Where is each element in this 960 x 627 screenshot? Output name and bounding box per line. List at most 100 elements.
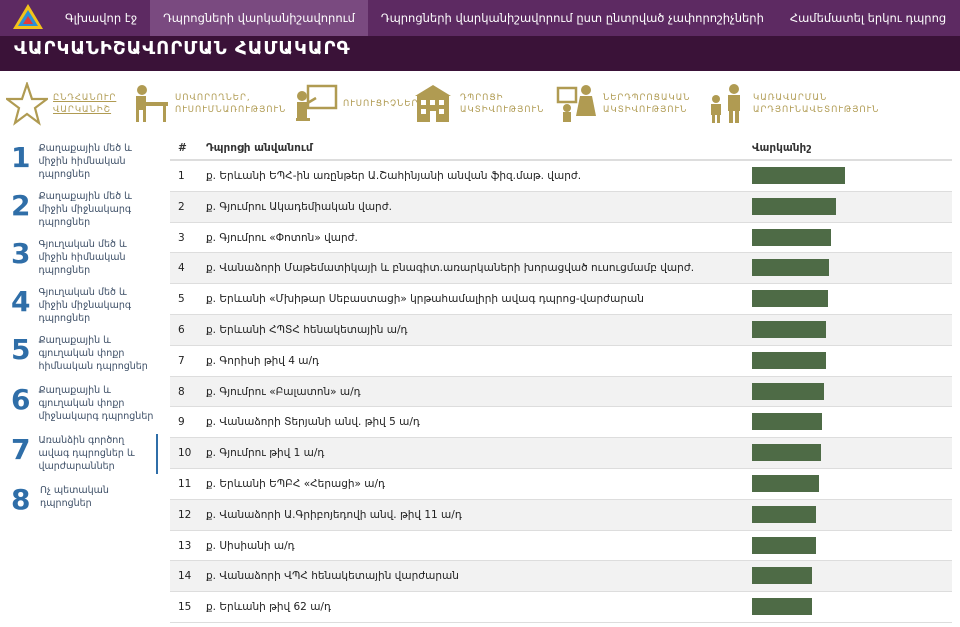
table-row[interactable]: 15 ք. Երևանի թիվ 62 ա/դ [170,592,952,623]
rank-bar [752,536,816,554]
sidebar-item-number: 2 [11,189,31,222]
sidebar-item-small-secondary[interactable]: 6 Քաղաքային և գյուղական փոքր միջնակարգ դ… [0,384,158,423]
row-number: 4 [178,262,185,275]
sidebar-item-private[interactable]: 8 Ոչ պետական դպրոցներ [0,484,158,516]
row-school-name[interactable]: ք. Սիսիանի ա/դ [206,540,295,552]
rank-bar [752,567,812,585]
category-label: ՍՈՎՈՐՈՂՆԵՐ, ՈՒՍՈՒՄՆԱՌՈՒԹՅՈՒՆ [175,92,287,115]
row-school-name[interactable]: ք. Երևանի ԵՊՀ-ին առընթեր Ա.Շահինյանի անվ… [206,170,581,182]
category-extracurricular[interactable]: ՆԵՐԴՊՐՈՑԱԿԱՆ ԱԿՏԻՎՈՒԹՅՈՒՆ [556,76,690,131]
sidebar-item-label: Քաղաքային և գյուղական փոքր միջնակարգ դպր… [38,385,154,422]
table-row[interactable]: 13 ք. Սիսիանի ա/դ [170,531,952,562]
category-school-activity[interactable]: ԴՊՐՈՑԻ ԱԿՏԻՎՈՒԹՅՈՒՆ [411,76,544,131]
logo-icon[interactable] [11,2,45,32]
sidebar-item-label: Քաղաքային և գյուղական փոքր հիմնական դպրո… [38,335,148,372]
sidebar-item-rural-secondary[interactable]: 4 Գյուղական մեծ և միջին միջնակարգ դպրոցն… [0,286,158,325]
table-row[interactable]: 2 ք. Գյումրու Ակադեմիական վարժ. [170,191,952,223]
row-number: 12 [178,508,192,521]
category-label: ԸՆԴՀԱՆՈՒՐ ՎԱՐԿԱՆԻՇ [53,92,117,115]
table-row[interactable]: 3 ք. Գյումրու «Փոտոն» վարժ. [170,223,952,254]
row-school-name[interactable]: ք. Գյումրու «Փոտոն» վարժ. [206,232,358,244]
rank-bar [752,505,816,523]
row-school-name[interactable]: ք. Երևանի ԵՊԲՀ «Հերացի» ա/դ [206,478,385,490]
row-school-name[interactable]: ք. Գյումրու թիվ 1 ա/դ [206,447,324,459]
row-number: 14 [178,570,192,583]
nav-ranking-by-criteria[interactable]: Դպրոցների վարկանիշավորում ըստ ընտրված չա… [368,0,777,36]
row-number: 5 [178,293,185,306]
sidebar-item-label: Առանձին գործող ավագ դպրոցներ և վարժարանն… [38,435,135,472]
nav-compare-schools[interactable]: Համեմատել երկու դպրոց [777,0,959,36]
row-school-name[interactable]: ք. Երևանի «Մխիթար Սեբաստացի» կրթահամալիր… [206,293,644,305]
sidebar-item-number: 5 [11,333,31,366]
row-school-name[interactable]: ք. Գյումրու Ակադեմիական վարժ. [206,201,392,213]
sidebar-item-number: 7 [11,433,31,466]
school-building-icon [415,84,451,122]
sidebar-item-rural-basic[interactable]: 3 Գյուղական մեծ և միջին հիմնական դպրոցնե… [0,238,158,277]
nav-menu: Գլխավոր էջ Դպրոցների վարկանիշավորում Դպր… [52,0,959,36]
row-number: 3 [178,231,185,244]
rank-bar [752,290,828,308]
row-number: 10 [178,447,192,460]
table-row[interactable]: 11 ք. Երևանի ԵՊԲՀ «Հերացի» ա/դ [170,469,952,500]
table-row[interactable]: 10 ք. Գյումրու թիվ 1 ա/դ [170,438,952,469]
family-icon [711,83,740,123]
row-number: 1 [178,170,185,182]
ranking-table: # Դպրոցի անվանում Վարկանիշ 1 ք. Երևանի ԵՊ… [170,134,952,623]
row-school-name[interactable]: ք. Գյումրու «Բալատոն» ա/դ [206,386,361,398]
title-banner: ՎԱՐԿԱՆԻՇԱՎՈՐՄԱՆ ՀԱՄԱԿԱՐԳ [0,36,960,71]
row-school-name[interactable]: ք. Երևանի թիվ 62 ա/դ [206,601,331,613]
row-school-name[interactable]: ք. Վանաձորի ՎՊՀ հենակետային վարժարան [206,570,459,582]
rank-bar [752,320,826,338]
rank-bar [752,474,819,492]
people-board-icon [556,84,596,122]
sidebar-item-label: Գյուղական մեծ և միջին հիմնական դպրոցներ [38,239,127,276]
table-row[interactable]: 7 ք. Գորիսի թիվ 4 ա/դ [170,346,952,377]
sidebar-item-number: 3 [11,237,31,270]
rank-bar [752,351,826,369]
rank-bar [752,598,812,616]
row-number: 11 [178,477,192,490]
table-row[interactable]: 5 ք. Երևանի «Մխիթար Սեբաստացի» կրթահամալի… [170,284,952,315]
row-school-name[interactable]: ք. Երևանի ՀՊՏՀ հենակետային ա/դ [206,324,407,336]
table-row[interactable]: 12 ք. Վանաձորի Ա.Գրիբոյեդովի անվ. թիվ 11 … [170,499,952,531]
row-number: 8 [178,385,185,398]
sidebar-item-number: 1 [11,141,31,174]
sidebar-item-label: Քաղաքային մեծ և միջին միջնակարգ դպրոցներ [38,191,132,228]
row-school-name[interactable]: ք. Վանաձորի Ա.Գրիբոյեդովի անվ. թիվ 11 ա/… [206,509,462,521]
row-school-name[interactable]: ք. Գորիսի թիվ 4 ա/դ [206,355,319,367]
category-management[interactable]: ԿԱՌԱՎԱՐՄԱՆ ԱՐԴՅՈՒՆԱՎԵՏՈՒԹՅՈՒՆ [706,76,879,131]
category-teachers[interactable]: ՈՒՍՈՒՑԻՉՆԵՐ [294,76,418,131]
rank-bar [752,259,829,277]
category-students[interactable]: ՍՈՎՈՐՈՂՆԵՐ, ՈՒՍՈՒՄՆԱՌՈՒԹՅՈՒՆ [130,76,286,131]
category-label: ՆԵՐԴՊՐՈՑԱԿԱՆ ԱԿՏԻՎՈՒԹՅՈՒՆ [603,92,691,115]
nav-home[interactable]: Գլխավոր էջ [52,0,150,36]
table-body: 1 ք. Երևանի ԵՊՀ-ին առընթեր Ա.Շահինյանի ան… [170,161,952,623]
category-general-rank[interactable]: ԸՆԴՀԱՆՈՒՐ ՎԱՐԿԱՆԻՇ [6,76,116,131]
row-school-name[interactable]: ք. Վանաձորի Մաթեմատիկայի և բնագիտ.առարկա… [206,262,694,274]
nav-school-ranking[interactable]: Դպրոցների վարկանիշավորում [150,0,368,36]
sidebar-item-number: 8 [11,483,31,516]
row-school-name[interactable]: ք. Վանաձորի Տերյանի անվ. թիվ 5 ա/դ [206,416,420,428]
rank-bar [752,413,822,431]
row-number: 13 [178,539,192,552]
table-row[interactable]: 9 ք. Վանաձորի Տերյանի անվ. թիվ 5 ա/դ [170,407,952,439]
category-label: ԿԱՌԱՎԱՐՄԱՆ ԱՐԴՅՈՒՆԱՎԵՏՈՒԹՅՈՒՆ [753,92,880,115]
table-row[interactable]: 6 ք. Երևանի ՀՊՏՀ հենակետային ա/դ [170,314,952,346]
rank-bar [752,197,836,215]
sidebar-item-number: 6 [11,383,31,416]
table-row[interactable]: 4 ք. Վանաձորի Մաթեմատիկայի և բնագիտ.առարկ… [170,253,952,285]
top-navigation: Գլխավոր էջ Դպրոցների վարկանիշավորում Դպր… [0,0,960,36]
row-number: 2 [178,200,185,213]
rank-bar [752,228,831,246]
sidebar-item-urban-secondary[interactable]: 2 Քաղաքային մեծ և միջին միջնակարգ դպրոցն… [0,190,158,229]
category-label: ՈՒՍՈՒՑԻՉՆԵՐ [343,98,419,109]
table-row[interactable]: 8 ք. Գյումրու «Բալատոն» ա/դ [170,376,952,408]
sidebar-item-high-schools[interactable]: 7 Առանձին գործող ավագ դպրոցներ և վարժարա… [0,434,158,474]
category-bar: ԸՆԴՀԱՆՈՒՐ ՎԱՐԿԱՆԻՇ ՍՈՎՈՐՈՂՆԵՐ, ՈՒՍՈՒՄՆԱՌՈՒ… [0,76,960,136]
sidebar-item-number: 4 [11,285,31,318]
sidebar-item-label: Ոչ պետական դպրոցներ [40,485,109,509]
sidebar-item-small-basic[interactable]: 5 Քաղաքային և գյուղական փոքր հիմնական դպ… [0,334,158,373]
sidebar-item-urban-basic[interactable]: 1 Քաղաքային մեծ և միջին հիմնական դպրոցնե… [0,142,158,181]
table-row[interactable]: 14 ք. Վանաձորի ՎՊՀ հենակետային վարժարան [170,561,952,593]
table-row[interactable]: 1 ք. Երևանի ԵՊՀ-ին առընթեր Ա.Շահինյանի ան… [170,161,952,192]
